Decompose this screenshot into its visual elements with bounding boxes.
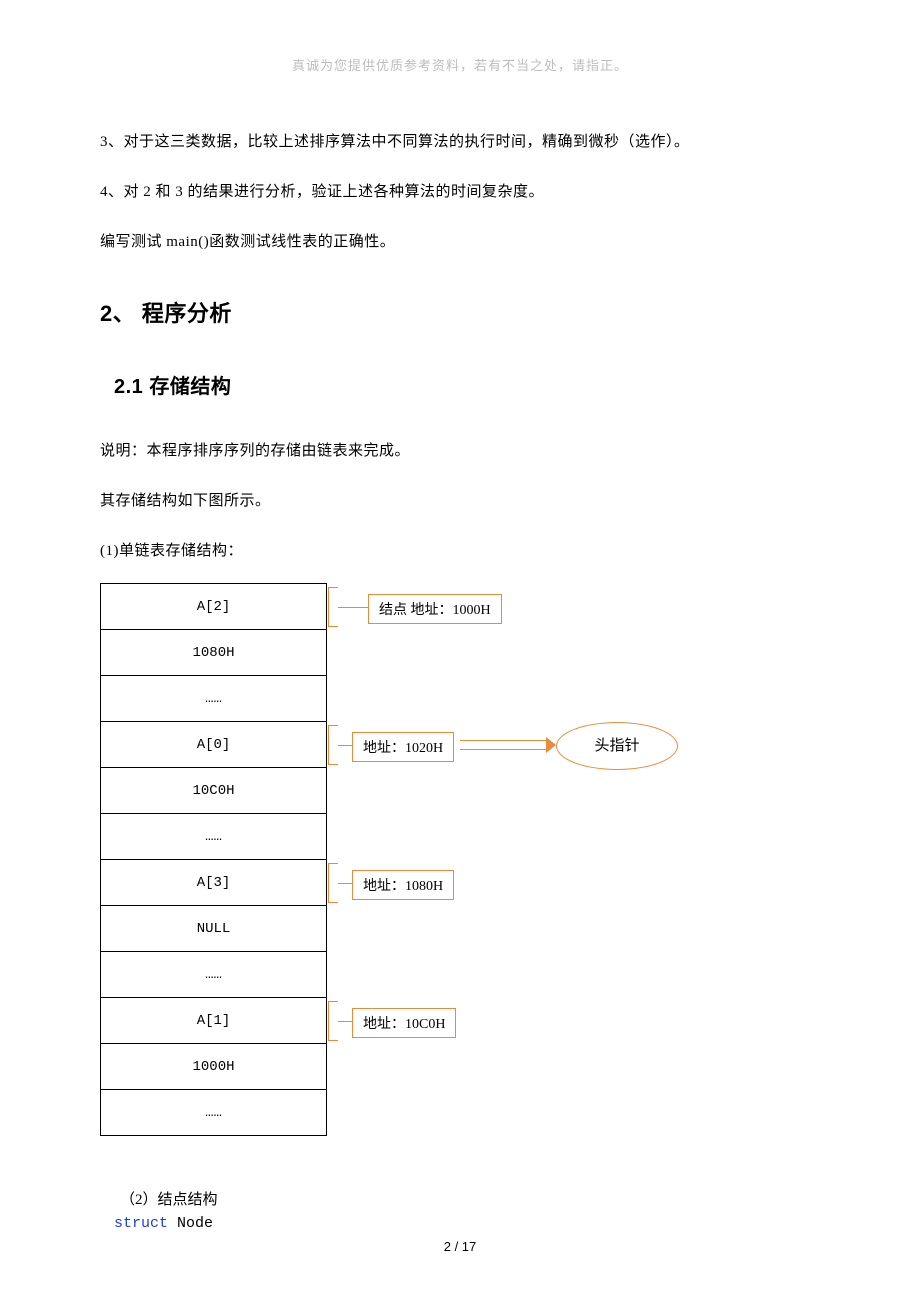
connector-line bbox=[338, 1021, 352, 1022]
mem-row: …… bbox=[101, 813, 326, 859]
bracket-icon bbox=[328, 725, 338, 765]
connector-line bbox=[338, 607, 368, 608]
page-footer: 2 / 17 bbox=[0, 1239, 920, 1254]
paragraph-main: 编写测试 main()函数测试线性表的正确性。 bbox=[100, 224, 820, 260]
address-label-10c0h: 地址：10C0H bbox=[352, 1008, 456, 1038]
address-label-1080h: 地址：1080H bbox=[352, 870, 454, 900]
paragraph-4: 4、对 2 和 3 的结果进行分析，验证上述各种算法的时间复杂度。 bbox=[100, 174, 820, 210]
head-pointer-ellipse: 头指针 bbox=[556, 722, 678, 770]
bracket-icon bbox=[328, 587, 338, 627]
mem-row: A[3] bbox=[101, 859, 326, 905]
desc-line-2: 其存储结构如下图所示。 bbox=[100, 483, 820, 519]
body-text: 3、对于这三类数据，比较上述排序算法中不同算法的执行时间，精确到微秒（选作）。 … bbox=[100, 124, 820, 569]
heading-2-1: 2.1 存储结构 bbox=[114, 363, 820, 411]
mem-row: …… bbox=[101, 675, 326, 721]
mem-row: NULL bbox=[101, 905, 326, 951]
mem-row: A[0] bbox=[101, 721, 326, 767]
document-page: 真诚为您提供优质参考资料，若有不当之处，请指正。 3、对于这三类数据，比较上述排… bbox=[0, 0, 920, 1302]
diagram-caption-1: (1)单链表存储结构： bbox=[100, 533, 820, 569]
mem-row: …… bbox=[101, 1089, 326, 1135]
mem-row: 1000H bbox=[101, 1043, 326, 1089]
code-struct-node: struct Node bbox=[114, 1215, 820, 1232]
diagram-caption-2: （2）结点结构 bbox=[120, 1188, 820, 1209]
header-note: 真诚为您提供优质参考资料，若有不当之处，请指正。 bbox=[100, 55, 820, 74]
bracket-icon bbox=[328, 1001, 338, 1041]
identifier-node: Node bbox=[168, 1215, 213, 1232]
address-label-1020h: 地址：1020H bbox=[352, 732, 454, 762]
mem-row: 10C0H bbox=[101, 767, 326, 813]
address-label-1000h: 结点 地址：1000H bbox=[368, 594, 502, 624]
heading-2: 2、 程序分析 bbox=[100, 288, 820, 341]
mem-row: …… bbox=[101, 951, 326, 997]
mem-row: A[2] bbox=[101, 583, 326, 629]
arrow-icon bbox=[460, 740, 556, 750]
keyword-struct: struct bbox=[114, 1215, 168, 1232]
connector-line bbox=[338, 745, 352, 746]
linked-list-diagram: A[2] 1080H …… A[0] 10C0H …… A[3] NULL ……… bbox=[100, 583, 820, 1148]
bracket-icon bbox=[328, 863, 338, 903]
mem-row: 1080H bbox=[101, 629, 326, 675]
mem-row: A[1] bbox=[101, 997, 326, 1043]
paragraph-3: 3、对于这三类数据，比较上述排序算法中不同算法的执行时间，精确到微秒（选作）。 bbox=[100, 124, 820, 160]
desc-line-1: 说明：本程序排序序列的存储由链表来完成。 bbox=[100, 433, 820, 469]
connector-line bbox=[338, 883, 352, 884]
memory-table: A[2] 1080H …… A[0] 10C0H …… A[3] NULL ……… bbox=[100, 583, 327, 1136]
